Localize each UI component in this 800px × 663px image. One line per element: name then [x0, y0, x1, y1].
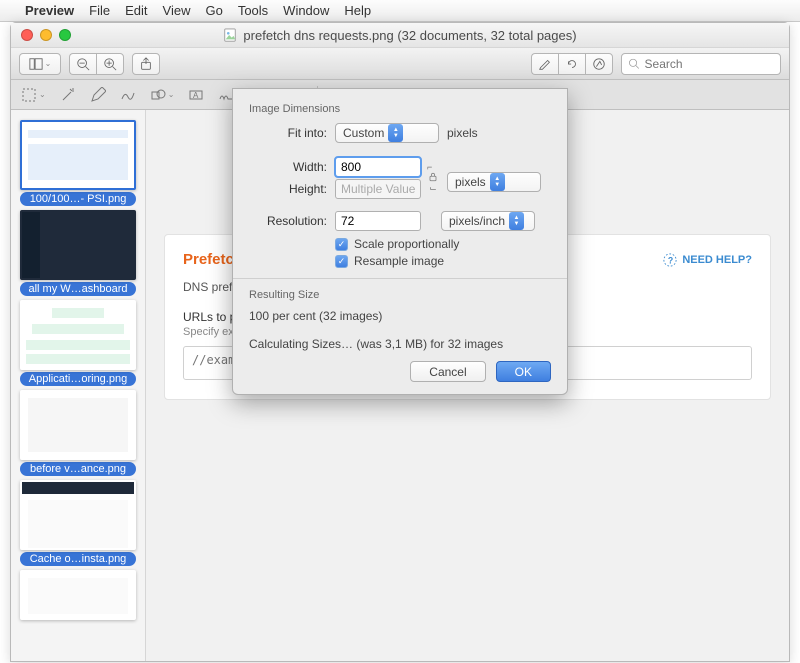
- sketch-tool[interactable]: [90, 87, 106, 103]
- section-image-dimensions: Image Dimensions: [249, 103, 551, 115]
- thumbnail-label: before v…ance.png: [20, 462, 136, 476]
- selection-tool[interactable]: ⌄: [21, 87, 46, 103]
- menu-view[interactable]: View: [163, 3, 191, 18]
- resolution-input[interactable]: [335, 211, 421, 231]
- pencil-icon: [90, 87, 106, 103]
- markup-button[interactable]: [585, 53, 613, 75]
- thumbnail-label: 100/100…- PSI.png: [20, 192, 136, 206]
- main-toolbar: ⌄: [11, 48, 789, 80]
- menu-edit[interactable]: Edit: [125, 3, 147, 18]
- resolution-label: Resolution:: [249, 214, 335, 228]
- thumbnail-sidebar[interactable]: 100/100…- PSI.png all my W…ashboard Appl…: [11, 110, 146, 661]
- resample-image-checkbox[interactable]: ✓ Resample image: [335, 254, 551, 268]
- shapes-icon: [150, 87, 166, 103]
- app-name[interactable]: Preview: [25, 3, 74, 18]
- width-label: Width:: [249, 160, 335, 174]
- thumbnail-item[interactable]: 100/100…- PSI.png: [20, 120, 136, 206]
- zoom-out-button[interactable]: [69, 53, 96, 75]
- text-icon: A: [188, 87, 204, 103]
- search-icon: [628, 57, 640, 70]
- search-input[interactable]: [645, 57, 774, 71]
- share-button[interactable]: [132, 53, 160, 75]
- thumbnail-item[interactable]: [20, 570, 136, 620]
- thumbnail-item[interactable]: before v…ance.png: [20, 390, 136, 476]
- zoom-in-icon: [103, 57, 117, 71]
- height-label: Height:: [249, 182, 335, 196]
- section-resulting-size: Resulting Size: [249, 289, 551, 301]
- sidebar-icon: [29, 57, 43, 71]
- dimension-unit-select[interactable]: pixels▲▼: [447, 172, 541, 192]
- need-help-link[interactable]: ? NEED HELP?: [663, 253, 752, 267]
- thumbnail-item[interactable]: Applicati…oring.png: [20, 300, 136, 386]
- width-input[interactable]: [335, 157, 421, 177]
- zoom-group: [69, 53, 124, 75]
- svg-text:?: ?: [668, 255, 673, 265]
- markup-icon: [592, 57, 606, 71]
- draw-tool[interactable]: [120, 87, 136, 103]
- svg-text:A: A: [193, 91, 199, 100]
- lock-icon[interactable]: [427, 171, 439, 183]
- fit-unit: pixels: [447, 126, 478, 140]
- thumbnail-item[interactable]: all my W…ashboard: [20, 210, 136, 296]
- menu-file[interactable]: File: [89, 3, 110, 18]
- share-icon: [139, 57, 153, 71]
- titlebar: prefetch dns requests.png (32 documents,…: [11, 23, 789, 48]
- highlighter-icon: [538, 57, 552, 71]
- thumbnail-item[interactable]: Cache o…insta.png: [20, 480, 136, 566]
- instant-alpha-tool[interactable]: [60, 87, 76, 103]
- search-field[interactable]: [621, 53, 781, 75]
- zoom-in-button[interactable]: [96, 53, 124, 75]
- scale-proportionally-checkbox[interactable]: ✓ Scale proportionally: [335, 237, 551, 251]
- fit-into-label: Fit into:: [249, 126, 335, 140]
- menu-go[interactable]: Go: [205, 3, 222, 18]
- selection-rect-icon: [21, 87, 37, 103]
- height-input[interactable]: [335, 179, 421, 199]
- cancel-button[interactable]: Cancel: [410, 361, 485, 382]
- rotate-button[interactable]: [558, 53, 585, 75]
- menu-tools[interactable]: Tools: [238, 3, 268, 18]
- help-icon: ?: [663, 253, 677, 267]
- zoom-out-icon: [76, 57, 90, 71]
- thumbnail-label: Applicati…oring.png: [20, 372, 136, 386]
- draw-icon: [120, 87, 136, 103]
- thumbnail-label: all my W…ashboard: [20, 282, 136, 296]
- window-title: prefetch dns requests.png (32 documents,…: [11, 28, 789, 43]
- thumbnail-label: Cache o…insta.png: [20, 552, 136, 566]
- image-file-icon: [223, 28, 237, 42]
- fit-into-select[interactable]: Custom▲▼: [335, 123, 439, 143]
- rotate-icon: [565, 57, 579, 71]
- resulting-percent: 100 per cent (32 images): [249, 309, 551, 323]
- highlight-button[interactable]: [531, 53, 558, 75]
- checkbox-checked-icon: ✓: [335, 238, 348, 251]
- menu-window[interactable]: Window: [283, 3, 329, 18]
- ok-button[interactable]: OK: [496, 361, 551, 382]
- annotate-group: [531, 53, 613, 75]
- shapes-tool[interactable]: ⌄: [150, 87, 175, 103]
- view-mode-button[interactable]: ⌄: [19, 53, 61, 75]
- text-tool[interactable]: A: [188, 87, 204, 103]
- checkbox-checked-icon: ✓: [335, 255, 348, 268]
- macos-menubar: Preview File Edit View Go Tools Window H…: [0, 0, 800, 22]
- menu-help[interactable]: Help: [344, 3, 371, 18]
- resize-dialog: Image Dimensions Fit into: Custom▲▼ pixe…: [232, 88, 568, 395]
- resolution-unit-select[interactable]: pixels/inch▲▼: [441, 211, 535, 231]
- resulting-calc: Calculating Sizes… (was 3,1 MB) for 32 i…: [249, 337, 551, 351]
- magic-wand-icon: [60, 87, 76, 103]
